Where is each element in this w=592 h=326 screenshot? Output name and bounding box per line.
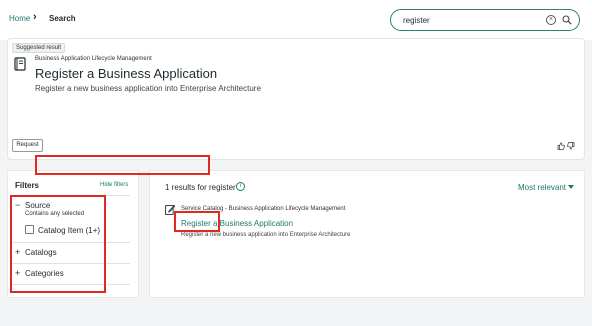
search-icon[interactable] (562, 15, 572, 25)
thumbs-up-icon[interactable] (557, 142, 565, 150)
results-panel: 1 results for register i Most relevant S… (149, 170, 585, 298)
clear-search-icon[interactable]: × (546, 15, 556, 25)
chevron-down-icon[interactable] (568, 185, 574, 189)
result-count: 1 results for register (165, 183, 236, 192)
thumbs-down-icon[interactable] (567, 142, 575, 150)
suggested-category: Business Application Lifecycle Managemen… (35, 56, 152, 62)
breadcrumb-chevron-icon: › (33, 11, 37, 23)
search-box[interactable]: register × (390, 9, 580, 31)
annotation-box (35, 155, 210, 175)
search-input[interactable]: register (403, 16, 430, 25)
annotation-box (174, 211, 220, 232)
breadcrumb-home-link[interactable]: Home (9, 14, 30, 23)
suggested-title[interactable]: Register a Business Application (35, 66, 217, 81)
request-button[interactable]: Request (12, 139, 43, 152)
sort-dropdown[interactable]: Most relevant (518, 183, 566, 192)
result-description: Register a new business application into… (181, 232, 351, 238)
breadcrumb-current: Search (49, 14, 76, 23)
top-header: Home › Search register × (0, 0, 592, 40)
hide-filters-link[interactable]: Hide filters (100, 182, 128, 188)
suggested-description: Register a new business application into… (35, 84, 261, 93)
suggested-result-card: Suggested result Business Application Li… (7, 38, 585, 160)
info-icon[interactable]: i (236, 182, 245, 191)
annotation-box (10, 195, 106, 293)
book-icon (14, 57, 26, 71)
suggested-result-badge: Suggested result (12, 43, 66, 53)
filters-title: Filters (15, 181, 40, 190)
